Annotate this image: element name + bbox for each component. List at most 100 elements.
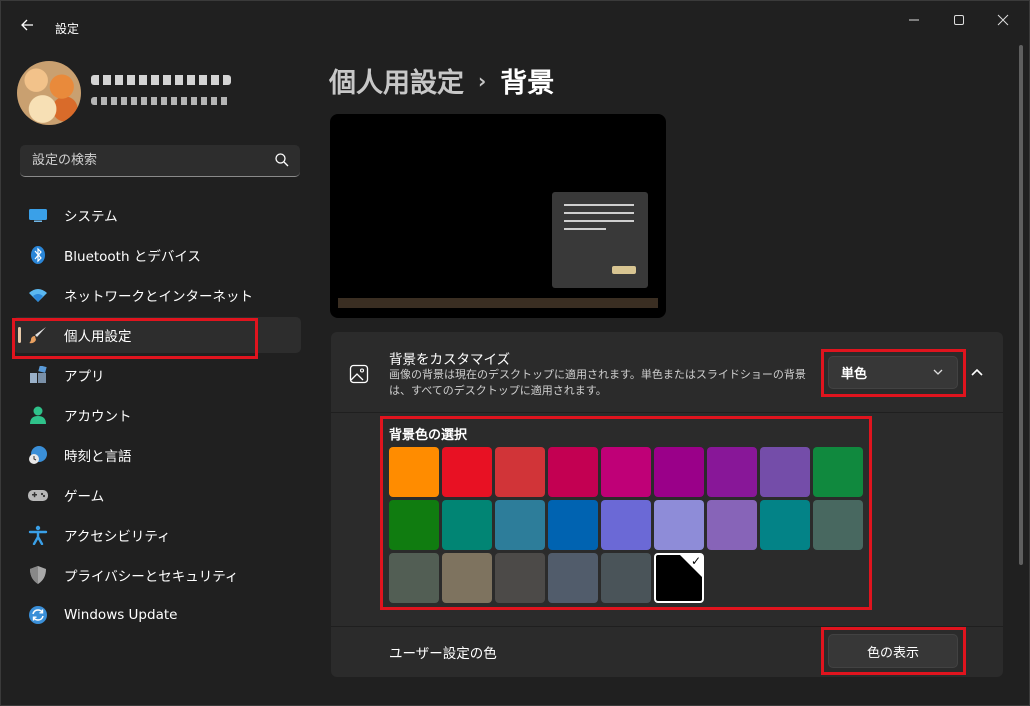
close-button[interactable] [983, 9, 1023, 33]
custom-color-label: ユーザー設定の色 [389, 646, 497, 662]
gamepad-icon [27, 484, 49, 506]
back-button[interactable] [17, 17, 37, 37]
color-swatch[interactable] [654, 500, 704, 550]
search-box[interactable] [20, 145, 300, 177]
account-icon [27, 404, 49, 426]
color-swatch[interactable] [389, 447, 439, 497]
sidebar-item-windows-update[interactable]: Windows Update [13, 597, 301, 633]
search-input[interactable] [20, 145, 260, 175]
checkmark-icon: ✓ [690, 554, 701, 568]
title-bar: 設定 [1, 1, 1029, 45]
color-swatch[interactable] [548, 447, 598, 497]
sidebar-nav: システム Bluetooth とデバイス ネットワークとインターネット 個人用設… [13, 197, 301, 637]
brush-icon [27, 324, 49, 346]
bluetooth-icon [27, 244, 49, 266]
minimize-button[interactable] [894, 9, 934, 33]
swatch-label: 背景色の選択 [389, 428, 468, 443]
minimize-icon [909, 19, 919, 21]
color-swatch[interactable] [495, 500, 545, 550]
sidebar-item-label: Windows Update [64, 607, 178, 623]
sidebar-item-label: システム [64, 209, 118, 225]
scrollbar[interactable] [1019, 45, 1023, 565]
sidebar-item-label: プライバシーとセキュリティ [64, 569, 239, 585]
sidebar-item-system[interactable]: システム [13, 197, 301, 233]
sidebar-item-label: 時刻と言語 [64, 449, 132, 465]
background-type-dropdown[interactable]: 単色 [828, 356, 958, 389]
sidebar-item-time-language[interactable]: 時刻と言語 [13, 437, 301, 473]
color-swatch[interactable] [495, 447, 545, 497]
sidebar-item-gaming[interactable]: ゲーム [13, 477, 301, 513]
desktop-preview [330, 114, 666, 318]
preview-line [564, 220, 634, 222]
sidebar-item-accounts[interactable]: アカウント [13, 397, 301, 433]
card-description: 画像の背景は現在のデスクトップに適用されます。単色またはスライドショーの背景は、… [389, 368, 806, 397]
color-swatch[interactable] [548, 500, 598, 550]
preview-taskbar [338, 298, 658, 308]
sidebar-item-accessibility[interactable]: アクセシビリティ [13, 517, 301, 553]
profile-name-redacted [91, 75, 231, 85]
arrow-left-icon [21, 19, 33, 31]
preview-window [552, 192, 648, 288]
color-swatch[interactable] [760, 500, 810, 550]
card-title: 背景をカスタマイズ [389, 352, 511, 368]
page-title: 背景 [500, 68, 555, 99]
sidebar-item-label: アカウント [64, 409, 132, 425]
monitor-icon [27, 204, 49, 226]
color-swatch[interactable] [601, 553, 651, 603]
color-swatch[interactable] [548, 553, 598, 603]
chevron-down-icon [933, 369, 943, 375]
divider [331, 412, 1003, 413]
preview-button [612, 266, 636, 274]
sidebar-item-privacy[interactable]: プライバシーとセキュリティ [13, 557, 301, 593]
sidebar-item-apps[interactable]: アプリ [13, 357, 301, 393]
picture-icon [349, 364, 369, 384]
divider [331, 626, 1003, 627]
breadcrumb-parent[interactable]: 個人用設定 [329, 61, 464, 100]
color-swatch[interactable] [389, 500, 439, 550]
breadcrumb-separator: › [478, 68, 487, 93]
sidebar-item-label: ゲーム [64, 489, 105, 505]
color-swatch[interactable] [601, 447, 651, 497]
avatar [17, 61, 81, 125]
color-swatch[interactable] [813, 500, 863, 550]
color-swatch[interactable] [495, 553, 545, 603]
sidebar-item-network[interactable]: ネットワークとインターネット [13, 277, 301, 313]
update-icon [27, 604, 49, 626]
color-swatch[interactable] [442, 447, 492, 497]
app-title: 設定 [55, 22, 80, 36]
color-swatch[interactable] [813, 447, 863, 497]
sidebar-item-label: Bluetooth とデバイス [64, 249, 201, 265]
preview-line [564, 204, 634, 206]
show-color-button[interactable]: 色の表示 [828, 634, 958, 668]
color-swatch[interactable] [760, 447, 810, 497]
maximize-button[interactable] [939, 9, 979, 33]
clock-globe-icon [27, 444, 49, 466]
color-swatch[interactable] [654, 447, 704, 497]
shield-icon [27, 564, 49, 586]
preview-line [564, 228, 606, 230]
active-indicator [18, 327, 21, 343]
accessibility-icon [27, 524, 49, 546]
chevron-up-icon[interactable] [967, 362, 987, 382]
search-icon [275, 153, 289, 167]
sidebar-item-personalization[interactable]: 個人用設定 [13, 317, 301, 353]
preview-line [564, 212, 634, 214]
wifi-icon [27, 284, 49, 306]
color-swatch[interactable] [442, 500, 492, 550]
color-swatch[interactable] [707, 447, 757, 497]
close-icon [997, 14, 1009, 26]
dropdown-value: 単色 [841, 367, 868, 382]
sidebar-item-label: アプリ [64, 369, 105, 385]
breadcrumb: 個人用設定 › 背景 [329, 61, 554, 100]
apps-icon [27, 364, 49, 386]
maximize-icon [954, 15, 964, 25]
color-swatch[interactable] [442, 553, 492, 603]
color-swatch[interactable] [707, 500, 757, 550]
sidebar-item-label: アクセシビリティ [64, 529, 171, 545]
sidebar-item-label: 個人用設定 [64, 329, 132, 345]
sidebar-item-bluetooth[interactable]: Bluetooth とデバイス [13, 237, 301, 273]
color-swatch[interactable]: ✓ [654, 553, 704, 603]
color-swatch[interactable] [601, 500, 651, 550]
color-swatch[interactable] [389, 553, 439, 603]
color-swatch-grid: ✓ [389, 447, 863, 605]
